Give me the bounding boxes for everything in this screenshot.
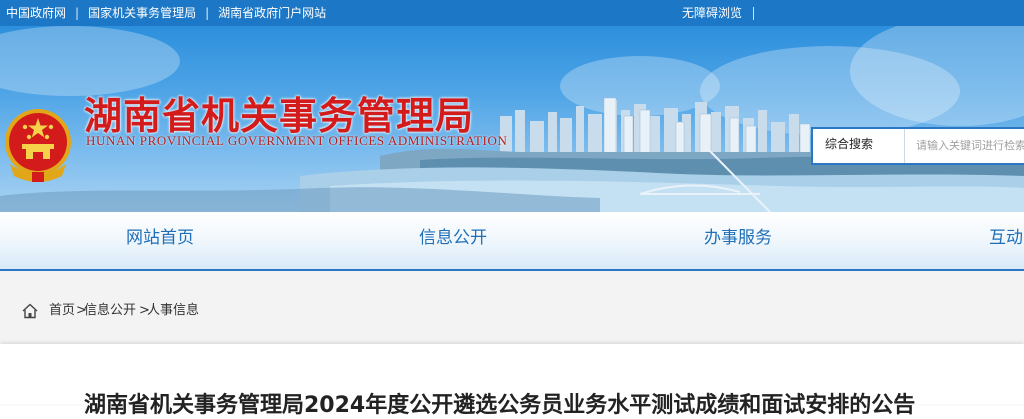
site-subtitle: HUNAN PROVINCIAL GOVERNMENT OFFICES ADMI… <box>86 133 508 148</box>
nav-item-info-disclosure[interactable]: 信息公开 <box>419 212 487 269</box>
breadcrumb-home[interactable]: 首页 <box>49 302 75 320</box>
search-box: 综合搜索 <box>811 127 1024 165</box>
nav-item-services[interactable]: 办事服务 <box>704 212 772 269</box>
top-links: 中国政府网 | 国家机关事务管理局 | 湖南省政府门户网站 <box>6 0 326 26</box>
link-separator: | <box>205 6 210 20</box>
accessibility-link[interactable]: 无障碍浏览 <box>682 0 742 26</box>
breadcrumb-info-disclosure[interactable]: 信息公开 <box>84 302 136 320</box>
link-china-gov[interactable]: 中国政府网 <box>6 6 66 20</box>
topbar-divider <box>753 7 754 20</box>
link-hunan-portal[interactable]: 湖南省政府门户网站 <box>218 6 326 20</box>
breadcrumb-personnel-info[interactable]: 人事信息 <box>147 302 199 320</box>
nav-item-interaction[interactable]: 互动 <box>989 212 1023 269</box>
top-bar: 中国政府网 | 国家机关事务管理局 | 湖南省政府门户网站 无障碍浏览 <box>0 0 1024 26</box>
national-emblem-icon <box>5 109 71 182</box>
search-scope-select[interactable]: 综合搜索 <box>813 129 905 163</box>
site-title: 湖南省机关事务管理局 <box>84 93 475 138</box>
search-input[interactable] <box>906 129 1024 163</box>
home-icon[interactable] <box>21 302 39 320</box>
nav-item-home[interactable]: 网站首页 <box>126 212 194 269</box>
header-banner: 湖南省机关事务管理局 HUNAN PROVINCIAL GOVERNMENT O… <box>0 26 1024 212</box>
main-nav: 网站首页 信息公开 办事服务 互动 <box>0 212 1024 269</box>
link-separator: | <box>75 6 80 20</box>
link-state-offices[interactable]: 国家机关事务管理局 <box>88 6 196 20</box>
article-title: 湖南省机关事务管理局2024年度公开遴选公务员业务水平测试成绩和面试安排的公告 <box>84 393 916 418</box>
